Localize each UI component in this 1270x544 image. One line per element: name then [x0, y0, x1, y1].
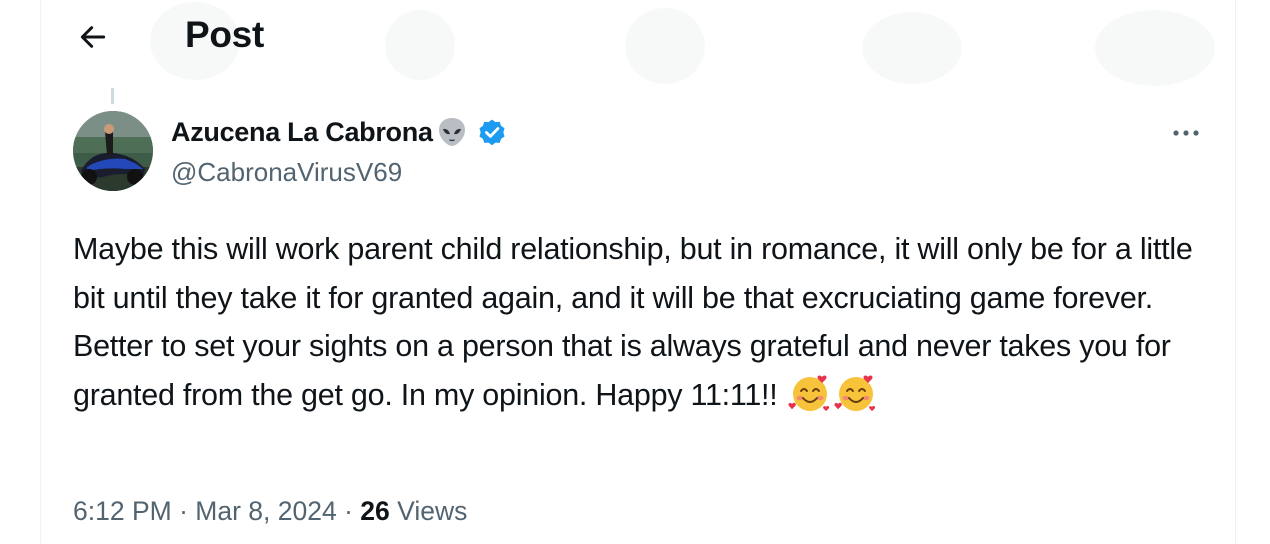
avatar[interactable]	[73, 111, 153, 191]
alien-emoji-icon	[438, 118, 465, 146]
tweet-body: Maybe this will work parent child relati…	[73, 232, 1193, 412]
separator: ·	[179, 496, 188, 526]
separator: ·	[344, 496, 353, 526]
header-bg-shape	[1095, 10, 1215, 86]
arrow-left-icon	[80, 26, 106, 48]
tweet-text: Maybe this will work parent child relati…	[73, 225, 1223, 419]
header-bg-shape	[385, 10, 455, 80]
views-count: 26	[360, 496, 390, 526]
smiling-face-with-hearts-emoji	[834, 375, 875, 411]
verified-badge-icon[interactable]	[476, 116, 508, 148]
views-label: Views	[397, 496, 468, 526]
author-handle[interactable]: @CabronaVirusV69	[171, 155, 402, 189]
page-title: Post	[185, 14, 264, 55]
tweet-metadata: 6:12 PM · Mar 8, 2024 · 26 Views	[73, 494, 467, 528]
more-horizontal-icon	[1173, 130, 1199, 136]
smiling-face-with-hearts-emoji	[788, 375, 829, 411]
tweet-time[interactable]: 6:12 PM	[73, 496, 172, 526]
back-button[interactable]	[70, 14, 116, 60]
tweet-date[interactable]: Mar 8, 2024	[195, 496, 336, 526]
author-name-row: Azucena La Cabrona	[171, 114, 508, 150]
thread-connector-line	[111, 88, 114, 104]
header-bg-shape	[625, 8, 705, 84]
avatar-image	[73, 111, 153, 191]
more-options-button[interactable]	[1166, 118, 1206, 148]
header-bg-shape	[862, 12, 962, 84]
author-name[interactable]: Azucena La Cabrona	[171, 115, 433, 149]
